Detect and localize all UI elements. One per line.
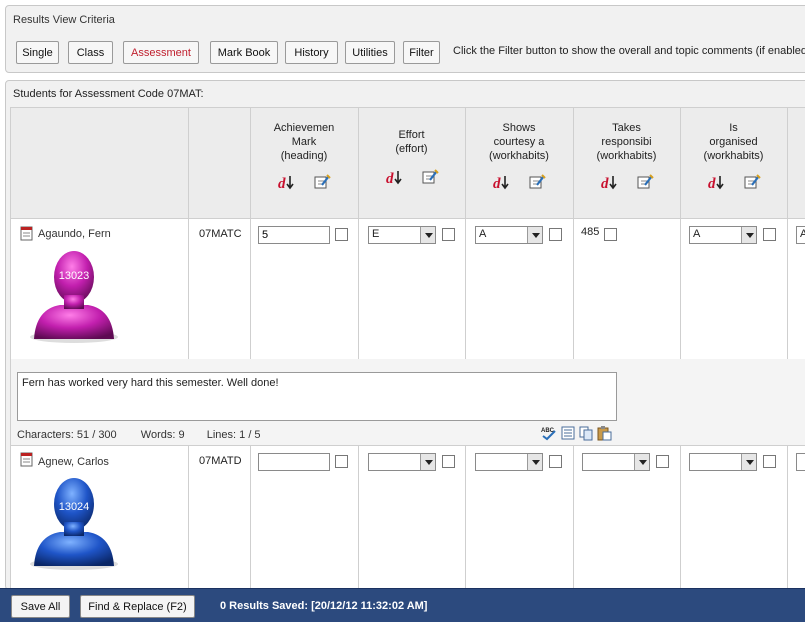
sort-descending-icon[interactable]: d	[492, 173, 510, 191]
chevron-down-icon	[634, 454, 649, 470]
column-header-courtesy: Shows courtesy a (workhabits) d	[489, 122, 549, 191]
student-row: Agaundo, Fern 13023 07MATC E A 485 A A	[10, 219, 805, 359]
responsibility-checkbox[interactable]	[604, 228, 617, 241]
edit-column-icon[interactable]	[313, 173, 331, 191]
student-row: Agnew, Carlos 13024 07MATD	[10, 446, 805, 589]
utilities-button[interactable]: Utilities	[345, 41, 395, 64]
words-count: Words: 9	[140, 429, 185, 441]
sort-descending-icon[interactable]: d	[600, 173, 618, 191]
svg-text:d: d	[386, 171, 394, 186]
mark-input[interactable]	[258, 453, 330, 471]
save-status: 0 Results Saved: [20/12/12 11:32:02 AM]	[220, 600, 428, 612]
class-code: 07MATD	[199, 455, 242, 467]
comment-row: Fern has worked very hard this semester.…	[10, 359, 805, 446]
mark-book-button[interactable]: Mark Book	[210, 41, 278, 64]
sort-descending-icon[interactable]: d	[707, 173, 725, 191]
chevron-down-icon	[741, 454, 756, 470]
student-avatar: 13024	[30, 478, 118, 570]
courtesy-select[interactable]	[475, 453, 543, 471]
next-column-select[interactable]: A	[796, 226, 805, 244]
column-header-responsibility: Takes responsibi (workhabits) d	[596, 122, 657, 191]
characters-count: Characters: 51 / 300	[17, 429, 117, 441]
lines-count: Lines: 1 / 5	[206, 429, 261, 441]
edit-column-icon[interactable]	[743, 173, 761, 191]
history-button[interactable]: History	[285, 41, 338, 64]
responsibility-checkbox[interactable]	[656, 455, 669, 468]
results-view-criteria-panel: Results View Criteria Single Class Asses…	[5, 5, 805, 73]
svg-text:d: d	[708, 176, 716, 191]
spell-check-icon[interactable]: ABC	[540, 425, 558, 441]
chevron-down-icon	[527, 454, 542, 470]
paste-icon[interactable]	[596, 425, 612, 441]
organised-select[interactable]	[689, 453, 757, 471]
criteria-panel-title: Results View Criteria	[13, 14, 115, 26]
edit-column-icon[interactable]	[636, 173, 654, 191]
results-grid: Achievemen Mark (heading) d Effort (effo…	[10, 107, 805, 589]
assessment-button[interactable]: Assessment	[123, 41, 199, 64]
chevron-down-icon	[420, 227, 435, 243]
sort-descending-icon[interactable]: d	[385, 168, 403, 186]
avatar-number: 13024	[59, 501, 90, 513]
effort-checkbox[interactable]	[442, 228, 455, 241]
report-icon[interactable]	[20, 226, 34, 241]
chevron-down-icon	[527, 227, 542, 243]
column-header-organised: Is organised (workhabits) d	[703, 122, 764, 191]
comment-toolbar: ABC	[540, 425, 612, 441]
column-header-achievement: Achievemen Mark (heading) d	[273, 122, 335, 191]
effort-select[interactable]	[368, 453, 436, 471]
comment-textarea[interactable]: Fern has worked very hard this semester.…	[17, 372, 617, 421]
svg-text:d: d	[601, 176, 609, 191]
courtesy-checkbox[interactable]	[549, 455, 562, 468]
organised-select[interactable]: A	[689, 226, 757, 244]
comment-counts: Characters: 51 / 300 Words: 9 Lines: 1 /…	[17, 429, 261, 441]
class-code: 07MATC	[199, 228, 242, 240]
sort-descending-icon[interactable]: d	[277, 173, 295, 191]
mark-checkbox[interactable]	[335, 228, 348, 241]
copy-icon[interactable]	[578, 425, 594, 441]
filter-button[interactable]: Filter	[403, 41, 440, 64]
footer-bar: Save All Find & Replace (F2) 0 Results S…	[0, 588, 805, 622]
avatar-number: 13023	[59, 270, 90, 282]
find-replace-button[interactable]: Find & Replace (F2)	[80, 595, 195, 618]
students-panel-title: Students for Assessment Code 07MAT:	[13, 88, 204, 100]
responsibility-value: 485	[581, 226, 600, 238]
next-column-select[interactable]	[796, 453, 805, 471]
student-name[interactable]: Agnew, Carlos	[38, 456, 109, 468]
chevron-down-icon	[420, 454, 435, 470]
column-header-effort: Effort (effort) d	[358, 108, 465, 220]
class-button[interactable]: Class	[68, 41, 113, 64]
effort-checkbox[interactable]	[442, 455, 455, 468]
student-avatar: 13023	[30, 251, 118, 343]
organised-checkbox[interactable]	[763, 455, 776, 468]
svg-text:d: d	[493, 176, 501, 191]
edit-column-icon[interactable]	[421, 168, 439, 186]
mark-checkbox[interactable]	[335, 455, 348, 468]
edit-column-icon[interactable]	[528, 173, 546, 191]
mark-input[interactable]	[258, 226, 330, 244]
save-all-button[interactable]: Save All	[11, 595, 70, 618]
courtesy-checkbox[interactable]	[549, 228, 562, 241]
report-icon[interactable]	[20, 452, 34, 467]
grid-header: Achievemen Mark (heading) d Effort (effo…	[10, 107, 805, 220]
filter-hint: Click the Filter button to show the over…	[453, 45, 805, 57]
organised-checkbox[interactable]	[763, 228, 776, 241]
single-button[interactable]: Single	[16, 41, 59, 64]
svg-text:d: d	[278, 176, 286, 191]
comment-list-icon[interactable]	[560, 425, 576, 441]
effort-select[interactable]: E	[368, 226, 436, 244]
courtesy-select[interactable]: A	[475, 226, 543, 244]
student-name[interactable]: Agaundo, Fern	[38, 228, 111, 240]
chevron-down-icon	[741, 227, 756, 243]
responsibility-select[interactable]	[582, 453, 650, 471]
